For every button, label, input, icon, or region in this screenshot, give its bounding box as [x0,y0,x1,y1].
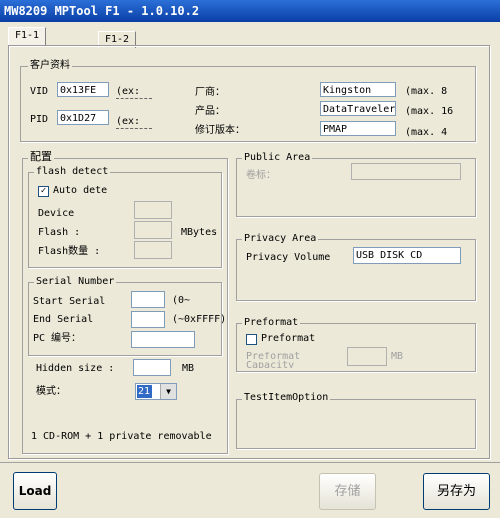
vid-label: VID [30,86,49,97]
flash-count-label: Flash数量 : [38,246,101,257]
mode-label: 模式： [36,386,66,397]
vendor-label: 厂商： [195,87,225,98]
volume-label: 卷标： [246,170,276,181]
pc-number-label: PC 编号： [33,333,82,344]
divider [0,462,500,463]
tab-label: F1-2 [105,34,130,45]
test-item-group [236,399,476,449]
customer-legend: 客户资料 [28,60,72,72]
revision-label: 修订版本： [195,125,245,136]
config-legend: 配置 [28,150,54,163]
device-label: Device [38,208,75,219]
mode-value: 21 [137,385,152,398]
end-serial-hint: (~0xFFFF) [172,314,227,325]
privacy-volume-input[interactable]: USB DISK CD [353,247,461,264]
flash-detect-legend: flash detect [34,166,111,178]
tab-label: F1-1 [15,30,40,41]
vid-hint: (ex: [116,86,152,99]
public-volume-input [351,163,461,180]
preformat-checkbox-label: Preformat [261,333,316,344]
serial-legend: Serial Number [34,276,117,288]
device-field [134,201,172,219]
pid-hint: (ex: [116,116,152,129]
save-button[interactable]: 存储 [319,473,376,510]
privacy-area-legend: Privacy Area [242,233,319,245]
pid-input[interactable]: 0x1D27 [57,110,109,125]
pc-number-input[interactable] [131,331,195,348]
preformat-capacity-input [347,347,387,366]
title-bar: MW8209 MPTool F1 - 1.0.10.2 [0,0,500,22]
vendor-input[interactable]: Kingston [320,82,396,97]
mode-select[interactable]: 21 ▼ [135,383,177,400]
preformat-legend: Preformat [242,317,301,329]
flash-label: Flash : [38,227,81,238]
product-max-hint: (max. 16 [405,106,454,117]
preformat-capacity-label: Preformat Capacity [246,352,301,368]
chevron-down-icon[interactable]: ▼ [160,384,176,399]
mode-description: 1 CD-ROM + 1 private removable [31,431,212,442]
flash-unit: MBytes [181,227,218,238]
window-title: MW8209 MPTool F1 - 1.0.10.2 [4,4,200,18]
tab-f1-1[interactable]: F1-1 [8,27,47,46]
preformat-capacity-unit: MB [391,351,404,362]
revision-max-hint: (max. 4 [405,127,448,138]
load-button[interactable]: Load [13,472,57,510]
start-serial-hint: (0~ [172,295,191,306]
test-item-legend: TestItemOption [242,392,331,404]
flash-size-field [134,221,172,239]
public-area-legend: Public Area [242,152,313,164]
auto-detect-label: Auto detect [53,185,107,196]
start-serial-label: Start Serial [33,296,106,307]
hidden-size-label: Hidden size : [36,363,115,374]
preformat-checkbox[interactable] [246,334,257,345]
pid-label: PID [30,114,49,125]
auto-detect-checkbox[interactable]: ✓ [38,186,49,197]
hidden-size-input[interactable] [133,359,171,376]
product-label: 产品： [195,106,225,117]
end-serial-input[interactable] [131,311,165,328]
vendor-max-hint: (max. 8 [405,86,448,97]
start-serial-input[interactable] [131,291,165,308]
end-serial-label: End Serial [33,314,94,325]
privacy-volume-label: Privacy Volume [246,252,331,263]
vid-input[interactable]: 0x13FE [57,82,109,97]
hidden-size-unit: MB [182,363,195,374]
product-input[interactable]: DataTraveler2 [320,101,396,116]
save-as-button[interactable]: 另存为 [423,473,490,510]
flash-count-field [134,241,172,259]
revision-input[interactable]: PMAP [320,121,396,136]
